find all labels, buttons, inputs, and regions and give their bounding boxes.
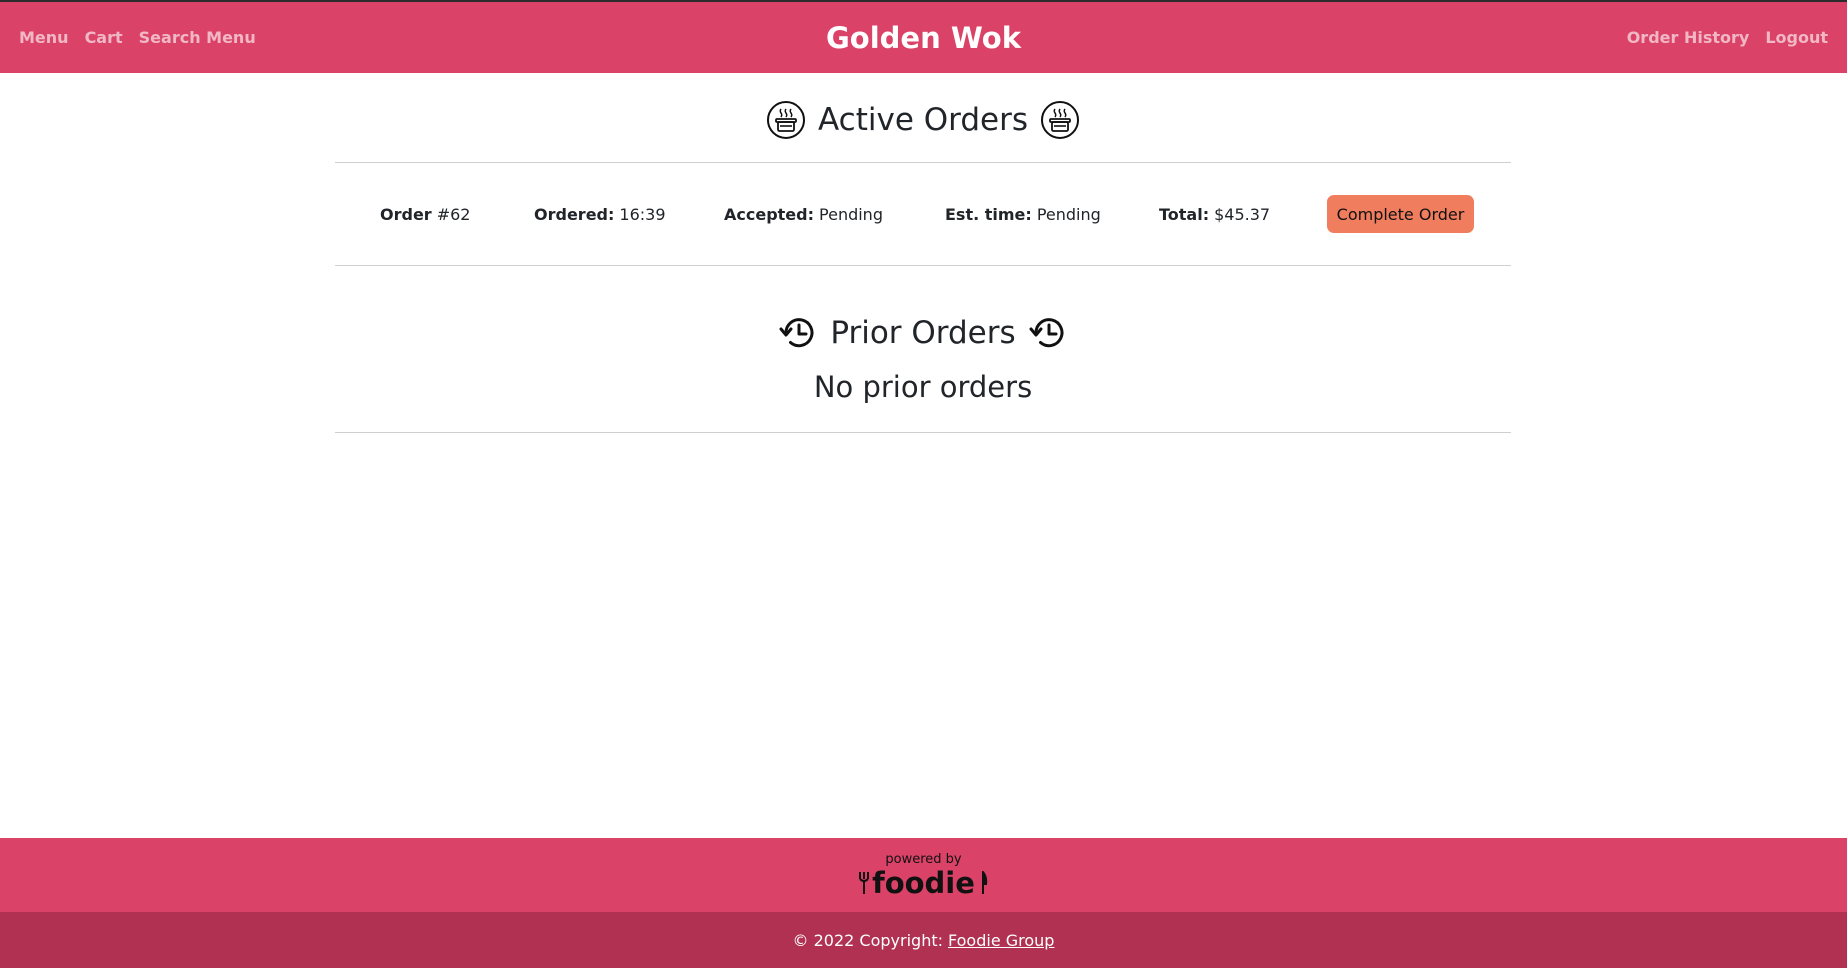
fork-icon [859, 872, 870, 894]
order-number: #62 [436, 204, 471, 224]
nav-right-links: Order History Logout [1627, 2, 1828, 73]
complete-order-button[interactable]: Complete Order [1327, 195, 1474, 233]
accepted-value: Pending [819, 204, 883, 224]
est-time-field: Est. time: Pending [945, 163, 1101, 265]
total-label: Total: [1159, 204, 1210, 224]
brand-title[interactable]: Golden Wok [826, 21, 1021, 55]
est-time-label: Est. time: [945, 204, 1032, 224]
footer-copyright: © 2022 Copyright: Foodie Group [0, 912, 1847, 968]
ordered-label: Ordered: [534, 204, 615, 224]
nav-order-history-link[interactable]: Order History [1627, 28, 1750, 47]
brand-container: Golden Wok [0, 2, 1847, 73]
prior-orders-header: Prior Orders [335, 313, 1511, 353]
est-time-value: Pending [1036, 204, 1101, 224]
nav-cart-link[interactable]: Cart [85, 28, 123, 47]
total-field: Total: $45.37 [1159, 163, 1270, 265]
foodie-group-link[interactable]: Foodie Group [948, 931, 1054, 950]
nav-left-links: Menu Cart Search Menu [19, 2, 256, 73]
accepted-label: Accepted: [724, 204, 815, 224]
navbar: Menu Cart Search Menu Golden Wok Order H… [0, 2, 1847, 73]
ordered-time-field: Ordered: 16:39 [534, 163, 666, 265]
order-label: Order [380, 204, 432, 224]
foodie-logo-text: foodie [872, 866, 975, 900]
total-value: $45.37 [1214, 204, 1271, 224]
nav-logout-link[interactable]: Logout [1765, 28, 1828, 47]
knife-icon [981, 871, 988, 894]
powered-by-text: powered by [885, 852, 962, 867]
history-icon [1028, 313, 1068, 353]
cooking-pot-icon [1040, 100, 1080, 140]
foodie-logo[interactable]: foodie [0, 866, 1847, 900]
order-row: Order #62 Ordered: 16:39 Accepted: Pendi… [335, 163, 1511, 265]
footer-powered-by: powered by foodie [0, 838, 1847, 912]
active-orders-header: Active Orders [335, 100, 1511, 140]
divider [335, 265, 1511, 266]
nav-search-menu-link[interactable]: Search Menu [139, 28, 256, 47]
no-prior-orders-message: No prior orders [813, 370, 1033, 404]
active-orders-title: Active Orders [818, 102, 1028, 138]
order-number-field: Order #62 [380, 163, 470, 265]
accepted-field: Accepted: Pending [724, 163, 883, 265]
divider [335, 432, 1511, 433]
ordered-value: 16:39 [619, 204, 666, 224]
copyright-text: © 2022 Copyright: [792, 930, 943, 950]
cooking-pot-icon [766, 100, 806, 140]
history-icon [778, 313, 818, 353]
nav-menu-link[interactable]: Menu [19, 28, 69, 47]
prior-orders-title: Prior Orders [830, 315, 1016, 351]
